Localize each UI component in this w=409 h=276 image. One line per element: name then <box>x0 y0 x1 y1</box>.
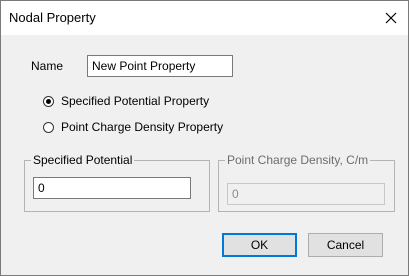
specified-potential-group: Specified Potential 0 <box>24 153 210 212</box>
radio-point-charge-density-label: Point Charge Density Property <box>61 120 224 134</box>
name-label: Name <box>31 59 64 73</box>
dialog-title: Nodal Property <box>9 10 96 25</box>
point-charge-density-input: 0 <box>227 183 385 205</box>
point-charge-density-group: Point Charge Density, C/m 0 <box>218 153 395 212</box>
nodal-property-dialog: Nodal Property Name New Point Property S… <box>0 0 409 276</box>
close-button[interactable] <box>374 1 408 35</box>
specified-potential-legend: Specified Potential <box>31 153 135 167</box>
radio-button-checked <box>43 95 54 107</box>
name-input[interactable]: New Point Property <box>87 55 233 77</box>
radio-specified-potential-label: Specified Potential Property <box>61 94 210 108</box>
title-bar: Nodal Property <box>1 1 408 35</box>
point-charge-density-legend: Point Charge Density, C/m <box>225 153 371 167</box>
radio-point-charge-density[interactable]: Point Charge Density Property <box>43 120 223 134</box>
close-icon <box>385 12 397 24</box>
radio-button-unchecked <box>43 121 54 133</box>
specified-potential-input[interactable]: 0 <box>33 177 191 199</box>
ok-button[interactable]: OK <box>222 233 297 257</box>
radio-specified-potential[interactable]: Specified Potential Property <box>43 94 209 108</box>
cancel-button[interactable]: Cancel <box>308 233 383 257</box>
